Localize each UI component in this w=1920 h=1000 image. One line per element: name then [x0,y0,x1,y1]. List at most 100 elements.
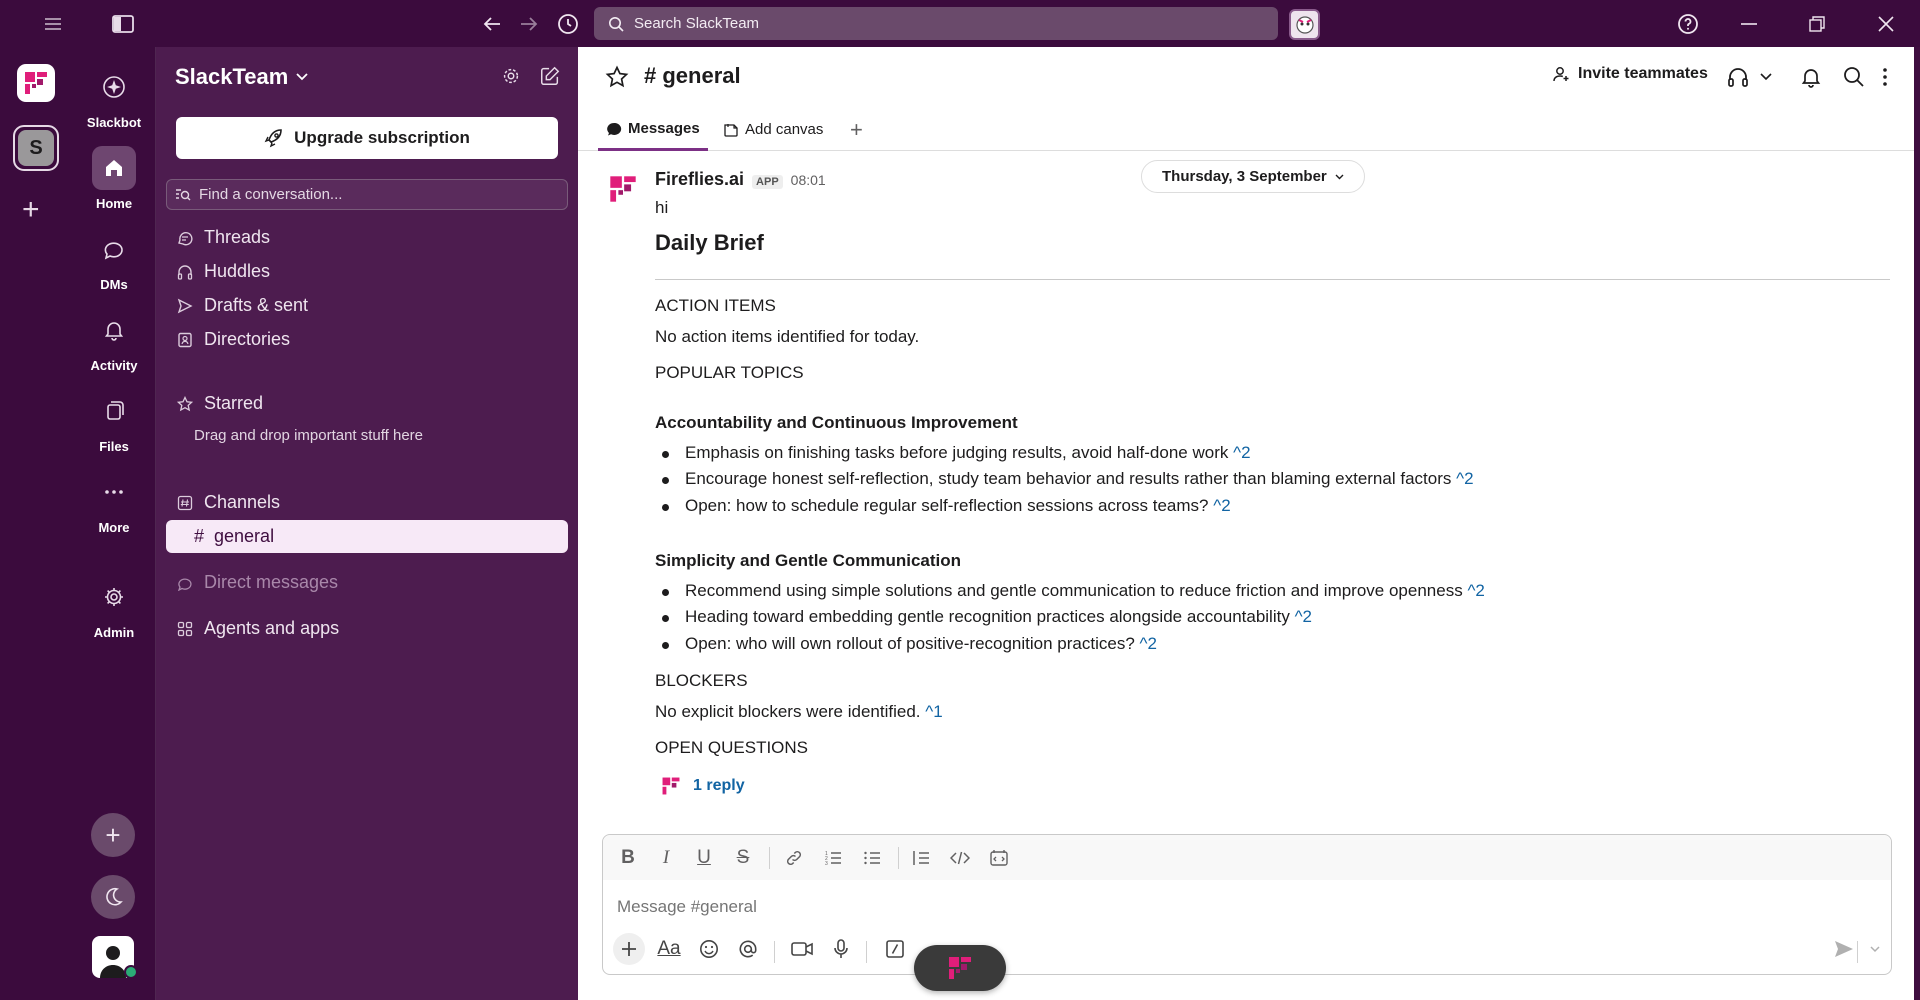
huddle-button[interactable] [1726,65,1772,89]
add-tab-button[interactable]: + [850,108,863,151]
message-header: Fireflies.ai APP 08:01 [655,169,826,190]
attach-plus-icon[interactable] [613,933,645,965]
send-options-chevron-icon[interactable] [1861,935,1889,963]
sidebar-section-starred[interactable]: Starred [166,387,568,420]
workspace-avatar-icon[interactable] [1289,9,1320,40]
bulleted-list-icon[interactable] [859,845,885,871]
gear-icon [92,575,136,619]
create-new-button[interactable]: + [91,813,135,857]
thread-reply-link[interactable]: 1 reply [661,776,745,796]
strikethrough-icon[interactable]: S [730,845,756,871]
text-format-icon[interactable]: Aa [655,935,683,963]
citation-link[interactable]: ^2 [1233,443,1250,462]
bullet-dot [662,642,669,649]
restore-icon[interactable] [1802,0,1832,47]
code-icon[interactable] [947,845,973,871]
menu-icon[interactable] [38,0,68,47]
nav-more[interactable]: More [72,470,156,535]
citation-link[interactable]: ^2 [1295,607,1312,626]
nav-label: Slackbot [86,115,142,130]
forward-arrow-icon[interactable] [514,0,544,47]
nav-activity[interactable]: Activity [72,308,156,373]
toolbar-divider [1857,941,1858,963]
sender-name[interactable]: Fireflies.ai [655,169,744,190]
nav-files[interactable]: Files [72,389,156,454]
history-icon[interactable] [553,0,583,47]
video-clip-icon[interactable] [788,935,816,963]
sidebar-toggle-icon[interactable] [108,0,138,47]
settings-gear-icon[interactable] [500,65,522,87]
send-icon[interactable] [1830,935,1858,963]
invite-teammates-button[interactable]: Invite teammates [1552,65,1708,83]
message-timestamp[interactable]: 08:01 [791,172,826,188]
link-icon[interactable] [781,845,807,871]
nav-home[interactable]: Home [72,146,156,211]
message-input[interactable] [617,893,1817,921]
message-bubble-icon [606,120,622,136]
list-item: Open: how to schedule regular self-refle… [662,496,1231,516]
fireflies-avatar-icon[interactable] [608,174,638,204]
minimize-icon[interactable] [1734,0,1764,47]
sidebar-section-direct-messages[interactable]: Direct messages [166,566,568,599]
ordered-list-icon[interactable]: 123 [820,845,846,871]
tab-messages[interactable]: Messages [598,108,708,151]
back-arrow-icon[interactable] [477,0,507,47]
citation-link[interactable]: ^1 [925,702,942,721]
date-divider-button[interactable]: Thursday, 3 September [1141,160,1365,193]
citation-link[interactable]: ^2 [1456,469,1473,488]
star-channel-icon[interactable] [605,65,629,89]
help-icon[interactable] [1673,0,1703,47]
find-placeholder: Find a conversation... [199,186,343,203]
underline-icon[interactable]: U [691,845,717,871]
emoji-icon[interactable] [695,935,723,963]
find-conversation-input[interactable]: Find a conversation... [166,179,568,210]
citation-link[interactable]: ^2 [1467,581,1484,600]
sidebar-item-directories[interactable]: Directories [166,323,568,356]
upgrade-subscription-button[interactable]: Upgrade subscription [176,117,558,159]
slackbot-icon [92,65,136,109]
moon-icon[interactable] [91,875,135,919]
blockquote-icon[interactable] [908,845,934,871]
slash-command-icon[interactable] [881,935,909,963]
kebab-menu-icon[interactable] [1880,65,1890,89]
bold-icon[interactable]: B [615,845,641,871]
close-icon[interactable] [1871,0,1901,47]
sidebar-item-drafts[interactable]: Drafts & sent [166,289,568,322]
fireflies-floating-button[interactable] [914,945,1006,991]
nav-admin[interactable]: Admin [72,575,156,640]
compose-icon[interactable] [539,65,561,87]
mention-icon[interactable] [734,935,762,963]
topic-title: Accountability and Continuous Improvemen… [655,413,1018,432]
nav-label: Files [99,439,129,454]
team-name-button[interactable]: SlackTeam [175,64,308,90]
italic-icon[interactable]: I [653,845,679,871]
sidebar-item-threads[interactable]: Threads [166,221,568,254]
bullet-text: Open: who will own rollout of positive-r… [685,634,1135,653]
sidebar-section-agents[interactable]: Agents and apps [166,612,568,645]
bullet-dot [662,615,669,622]
workspace-letter: S [18,130,54,166]
citation-link[interactable]: ^2 [1140,634,1157,653]
citation-link[interactable]: ^2 [1213,496,1230,515]
section-heading: OPEN QUESTIONS [655,738,809,757]
channel-title[interactable]: # general [644,63,741,89]
search-icon[interactable] [1842,65,1866,89]
sidebar-item-label: Directories [204,329,291,349]
nav-dms[interactable]: DMs [72,227,156,292]
add-workspace-icon[interactable]: + [22,195,40,225]
presence-dot [124,965,138,979]
code-block-icon[interactable] [986,845,1012,871]
fireflies-logo-icon[interactable] [17,64,55,102]
notifications-icon[interactable] [1799,65,1823,89]
workspace-rail: S + [0,47,72,1000]
workspace-switcher[interactable]: S [13,125,59,171]
sidebar-channel-general[interactable]: # general [166,520,568,553]
sidebar-item-huddles[interactable]: Huddles [166,255,568,288]
nav-slackbot[interactable]: Slackbot [72,65,156,130]
invite-label: Invite teammates [1578,65,1708,82]
microphone-icon[interactable] [827,935,855,963]
tab-add-canvas[interactable]: Add canvas [723,108,823,151]
search-bar[interactable]: Search SlackTeam [594,7,1278,40]
directory-icon [176,332,194,348]
sidebar-section-channels[interactable]: Channels [166,486,568,519]
